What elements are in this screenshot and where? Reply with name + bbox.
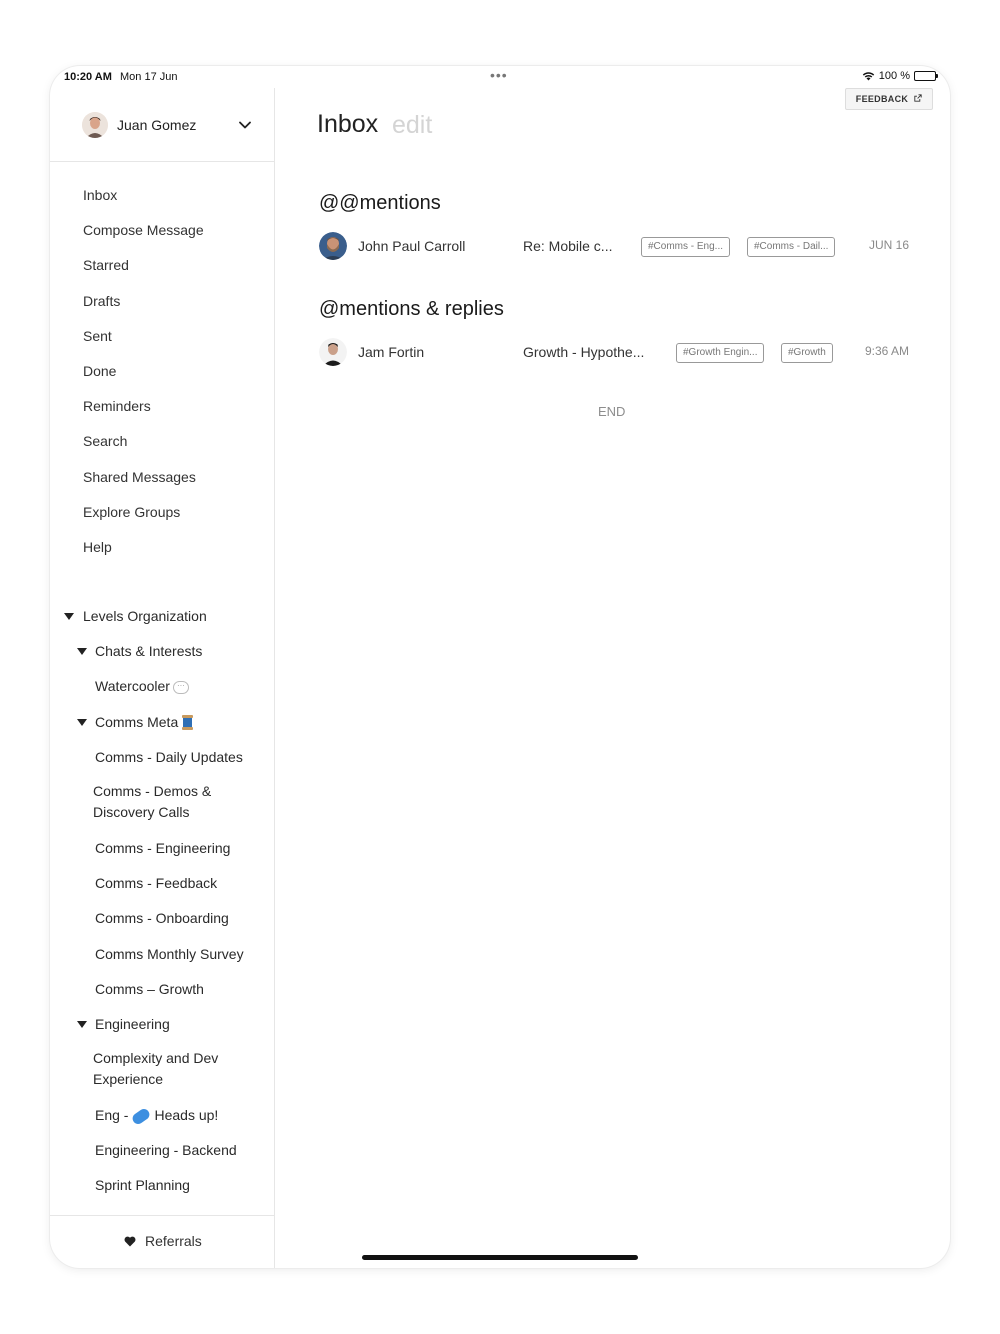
tree-org-levels[interactable]: Levels Organization <box>50 599 274 634</box>
message-subject: Growth - Hypothe... <box>523 344 645 360</box>
message-row[interactable]: Jam Fortin Growth - Hypothe... #Growth E… <box>319 336 909 368</box>
tree-label: Watercooler <box>95 678 170 695</box>
message-subject: Re: Mobile c... <box>523 238 613 254</box>
nav-item-help[interactable]: Help <box>50 530 274 565</box>
group-tag[interactable]: #Growth Engin... <box>676 343 765 363</box>
tree-group-engineering[interactable]: Engineering <box>50 1007 274 1042</box>
group-tag[interactable]: #Comms - Dail... <box>747 237 836 257</box>
nav-list: Inbox Compose Message Starred Drafts Sen… <box>50 178 274 565</box>
nav-item-shared-messages[interactable]: Shared Messages <box>50 460 274 495</box>
speech-bubble-icon: ··· <box>172 681 189 695</box>
nav-item-sent[interactable]: Sent <box>50 319 274 354</box>
caret-down-icon[interactable] <box>64 613 74 620</box>
nav-item-explore-groups[interactable]: Explore Groups <box>50 495 274 530</box>
heart-icon <box>124 1236 136 1247</box>
avatar <box>319 338 347 366</box>
thread-spool-icon <box>182 715 194 731</box>
sidebar: Juan Gomez Inbox Compose Message Starred… <box>50 88 275 1268</box>
tree-label: Engineering <box>95 1015 170 1032</box>
section-title-mentions: @@mentions <box>319 192 441 214</box>
battery-icon <box>914 71 938 81</box>
ipad-frame: 10:20 AM Mon 17 Jun ••• 100 % Juan Gomez… <box>50 66 950 1268</box>
referrals-button[interactable]: Referrals <box>50 1215 274 1268</box>
status-indicators: 100 % <box>862 70 938 82</box>
tree-label-prefix: Eng - <box>95 1107 129 1124</box>
avatar <box>82 112 108 138</box>
caret-down-icon[interactable] <box>77 1020 87 1028</box>
tree-channel-eng-heads-up[interactable]: Eng - Heads up! <box>50 1098 274 1133</box>
tree-channel-complexity[interactable]: Complexity and Dev Experience <box>50 1042 250 1098</box>
user-switcher[interactable]: Juan Gomez <box>50 88 274 162</box>
status-time: 10:20 AM <box>64 71 112 83</box>
nav-item-search[interactable]: Search <box>50 424 274 459</box>
home-indicator[interactable] <box>362 1255 638 1260</box>
external-link-icon <box>914 94 922 102</box>
caret-down-icon[interactable] <box>77 718 87 726</box>
feedback-label: FEEDBACK <box>855 94 909 104</box>
message-row[interactable]: John Paul Carroll Re: Mobile c... #Comms… <box>319 230 909 262</box>
avatar <box>319 232 347 260</box>
battery-percent: 100 % <box>878 70 910 82</box>
tree-channel-support-triage[interactable]: Support Triage (Ops × <box>50 1204 274 1215</box>
feedback-button[interactable]: FEEDBACK <box>844 88 933 110</box>
user-name: Juan Gomez <box>117 117 197 133</box>
multitasking-dots-icon[interactable]: ••• <box>490 67 508 83</box>
nav-item-done[interactable]: Done <box>50 354 274 389</box>
status-bar: 10:20 AM Mon 17 Jun ••• 100 % <box>50 66 950 88</box>
nav-item-reminders[interactable]: Reminders <box>50 389 274 424</box>
tree-label: Levels Organization <box>83 608 207 624</box>
nav-item-compose[interactable]: Compose Message <box>50 213 274 248</box>
tree-channel-watercooler[interactable]: Watercooler ··· <box>50 669 274 704</box>
tree-channel-comms-daily[interactable]: Comms - Daily Updates <box>50 740 274 775</box>
tree-group-chats[interactable]: Chats & Interests <box>50 634 274 669</box>
tree-label-suffix: Heads up! <box>154 1107 219 1124</box>
message-sender: John Paul Carroll <box>358 238 466 254</box>
message-time: JUN 16 <box>868 238 909 252</box>
tree-channel-comms-onboarding[interactable]: Comms - Onboarding <box>50 901 274 936</box>
nav-item-drafts[interactable]: Drafts <box>50 284 274 319</box>
tree-channel-comms-demos[interactable]: Comms - Demos & Discovery Calls <box>50 775 250 831</box>
tree-label: Comms Meta <box>95 713 179 730</box>
group-tag[interactable]: #Comms - Eng... <box>641 237 731 257</box>
tree-label: Chats & Interests <box>95 643 203 660</box>
status-date: Mon 17 Jun <box>120 71 178 83</box>
group-tree: Levels Organization Chats & Interests Wa… <box>50 599 274 1215</box>
tree-channel-comms-engineering[interactable]: Comms - Engineering <box>50 831 274 866</box>
pill-icon <box>130 1106 152 1127</box>
wifi-icon <box>862 72 874 81</box>
section-title-mentions-replies: @mentions & replies <box>319 298 504 320</box>
caret-down-icon[interactable] <box>77 648 87 656</box>
message-time: 9:36 AM <box>864 344 909 358</box>
tree-channel-eng-backend[interactable]: Engineering - Backend <box>50 1133 274 1168</box>
tree-channel-comms-growth[interactable]: Comms – Growth <box>50 972 274 1007</box>
tree-channel-comms-feedback[interactable]: Comms - Feedback <box>50 866 274 901</box>
chevron-down-icon[interactable] <box>238 118 252 132</box>
tree-group-comms-meta[interactable]: Comms Meta <box>50 705 274 740</box>
end-of-list: END <box>598 404 626 419</box>
tree-channel-comms-survey[interactable]: Comms Monthly Survey <box>50 937 274 972</box>
nav-item-inbox[interactable]: Inbox <box>50 178 274 213</box>
nav-item-starred[interactable]: Starred <box>50 248 274 283</box>
page-title: Inbox <box>317 110 379 138</box>
group-tag[interactable]: #Growth <box>781 343 833 363</box>
main-content: FEEDBACK Inbox edit @@mentions John Paul… <box>275 88 950 1268</box>
tree-channel-sprint-planning[interactable]: Sprint Planning <box>50 1168 274 1203</box>
referrals-label: Referrals <box>145 1233 202 1249</box>
message-sender: Jam Fortin <box>358 344 425 360</box>
edit-button[interactable]: edit <box>392 111 432 140</box>
